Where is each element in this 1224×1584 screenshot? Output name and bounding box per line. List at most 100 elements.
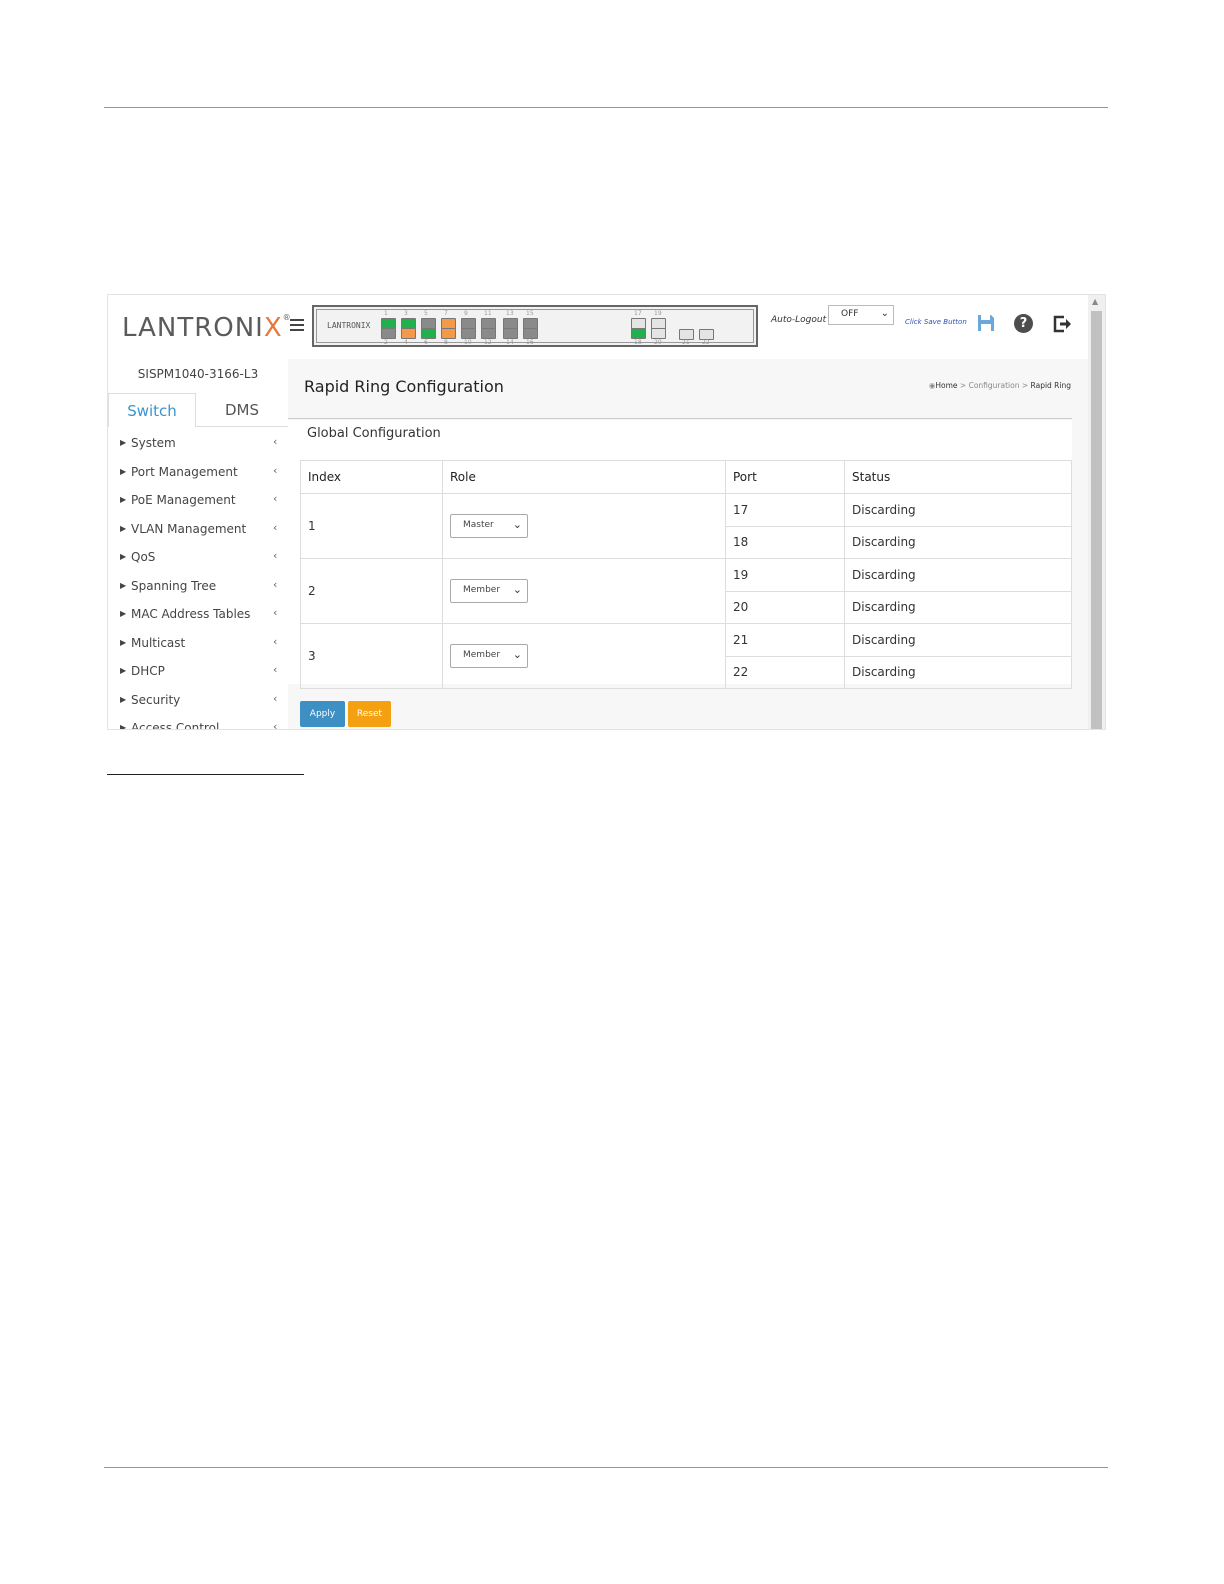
port-number: 15: [526, 310, 534, 317]
footnote-rule: [107, 774, 304, 775]
breadcrumb-separator: >: [1021, 381, 1029, 390]
port-16[interactable]: [523, 328, 538, 339]
top-bar: LANTRONIX® LANTRONIX 1 3 5 7 9 11 13 15 17 19 2 4 6 8…: [108, 295, 1088, 359]
caret-right-icon: ▶: [120, 523, 127, 533]
port-number: 10: [464, 339, 472, 346]
role-value: Member: [463, 650, 501, 660]
caret-right-icon: ▶: [120, 438, 127, 447]
port-number: 9: [464, 310, 468, 317]
caret-right-icon: ▶: [120, 609, 127, 618]
tab-switch[interactable]: Switch: [108, 393, 196, 427]
port-number: 20: [654, 339, 662, 346]
ring-index: 3: [300, 623, 443, 689]
role-select[interactable]: Member ⌄: [450, 644, 528, 668]
sidebar-item-port-management[interactable]: ▶ Port Management ‹: [108, 462, 288, 491]
role-select[interactable]: Master ⌄: [450, 514, 528, 538]
port-number: 11: [484, 310, 492, 317]
chevron-left-icon: ‹: [273, 691, 278, 705]
port-14[interactable]: [503, 328, 518, 339]
port-20[interactable]: [651, 328, 666, 339]
sidebar-item-vlan-management[interactable]: ▶ VLAN Management ‹: [108, 519, 288, 548]
chevron-left-icon: ‹: [273, 606, 278, 619]
col-index: Index: [300, 460, 443, 494]
table-header-row: Index Role Port Status: [300, 460, 1072, 494]
port-6[interactable]: [421, 328, 436, 339]
scrollbar-thumb[interactable]: [1091, 311, 1102, 729]
breadcrumb-separator: >: [959, 381, 967, 390]
sidebar-item-dhcp[interactable]: ▶ DHCP ‹: [108, 661, 288, 690]
sidebar-item-label: Port Management: [131, 464, 238, 479]
sidebar-item-system[interactable]: ▶ System ‹: [108, 433, 288, 462]
caret-right-icon: ▶: [120, 552, 127, 561]
caret-right-icon: ▶: [120, 637, 127, 647]
breadcrumb-configuration[interactable]: Configuration: [969, 381, 1020, 390]
table-row: 1 Master ⌄ 17 Discarding: [300, 493, 1072, 559]
auto-logout-select[interactable]: OFF ⌄: [828, 305, 894, 325]
ring-index: 1: [300, 493, 443, 559]
port-12[interactable]: [481, 328, 496, 339]
port-number: 7: [444, 310, 448, 317]
sidebar-item-security[interactable]: ▶ Security ‹: [108, 690, 288, 719]
caret-right-icon: ▶: [120, 666, 127, 675]
auto-logout-value: OFF: [841, 309, 859, 319]
table-row: 3 Member ⌄ 21 Discarding: [300, 623, 1072, 689]
status-cell: Discarding: [844, 655, 1072, 689]
sidebar-item-poe-management[interactable]: ▶ PoE Management ‹: [108, 490, 288, 519]
status-cell: Discarding: [844, 590, 1072, 624]
port-number: 6: [424, 339, 428, 346]
role-value: Master: [463, 520, 494, 530]
sidebar-item-label: Access Control: [131, 721, 220, 730]
port-10[interactable]: [461, 328, 476, 339]
section-title: Global Configuration: [307, 426, 441, 441]
caret-right-icon: ▶: [120, 694, 127, 704]
status-cell: Discarding: [844, 558, 1072, 592]
sidebar-item-qos[interactable]: ▶ QoS ‹: [108, 547, 288, 576]
role-select[interactable]: Member ⌄: [450, 579, 528, 603]
port-cell: 22: [725, 655, 845, 689]
help-icon[interactable]: ?: [1014, 314, 1033, 333]
logo-text: LANTRONI: [122, 313, 264, 343]
page-top-rule: [104, 107, 1108, 108]
sidebar-tabs: Switch DMS: [108, 393, 288, 427]
device-model: SISPM1040-3166-L3: [137, 367, 259, 381]
port-panel-inner: LANTRONIX 1 3 5 7 9 11 13 15 17 19 2 4 6 8 10 12 14 16 18 2…: [316, 309, 754, 346]
sidebar-item-multicast[interactable]: ▶ Multicast ‹: [108, 633, 288, 662]
sidebar-item-access-control[interactable]: ▶ Access Control ‹: [108, 718, 288, 730]
page-title: Rapid Ring Configuration: [304, 377, 504, 396]
auto-logout-label: Auto-Logout: [771, 315, 827, 325]
ring-index: 2: [300, 558, 443, 624]
caret-right-icon: ▶: [120, 466, 127, 476]
port-cell: 21: [725, 623, 845, 657]
port-2[interactable]: [381, 328, 396, 339]
port-4[interactable]: [401, 328, 416, 339]
port-number: 17: [634, 310, 642, 317]
sidebar-item-spanning-tree[interactable]: ▶ Spanning Tree ‹: [108, 576, 288, 605]
sidebar-item-mac-address-tables[interactable]: ▶ MAC Address Tables ‹: [108, 604, 288, 633]
scrollbar[interactable]: ▲: [1088, 295, 1105, 729]
port-number: 21: [682, 339, 690, 346]
title-divider: [288, 418, 1072, 419]
sidebar-item-label: VLAN Management: [131, 521, 247, 536]
menu-icon[interactable]: [290, 319, 304, 333]
role-value: Member: [463, 585, 501, 595]
chevron-down-icon: ⌄: [512, 648, 522, 661]
port-number: 13: [506, 310, 514, 317]
chevron-left-icon: ‹: [273, 720, 278, 730]
save-icon[interactable]: [977, 314, 995, 332]
ring-role-cell: Member ⌄: [442, 558, 726, 624]
port-8[interactable]: [441, 328, 456, 339]
chevron-left-icon: ‹: [273, 492, 278, 505]
logout-icon[interactable]: [1052, 315, 1072, 333]
chevron-left-icon: ‹: [273, 435, 278, 448]
port-18[interactable]: [631, 328, 646, 339]
port-number: 18: [634, 339, 642, 346]
sidebar-item-label: System: [131, 436, 176, 450]
reset-button[interactable]: Reset: [348, 701, 391, 727]
breadcrumb-home[interactable]: Home: [935, 381, 957, 390]
screenshot-frame: LANTRONIX® LANTRONIX 1 3 5 7 9 11 13 15 17 19 2 4 6 8…: [107, 294, 1106, 730]
port-number: 22: [702, 339, 710, 346]
tab-dms[interactable]: DMS: [196, 393, 288, 427]
apply-button[interactable]: Apply: [300, 701, 345, 727]
lantronix-logo: LANTRONIX®: [122, 313, 292, 343]
scroll-up-icon[interactable]: ▲: [1092, 297, 1098, 306]
